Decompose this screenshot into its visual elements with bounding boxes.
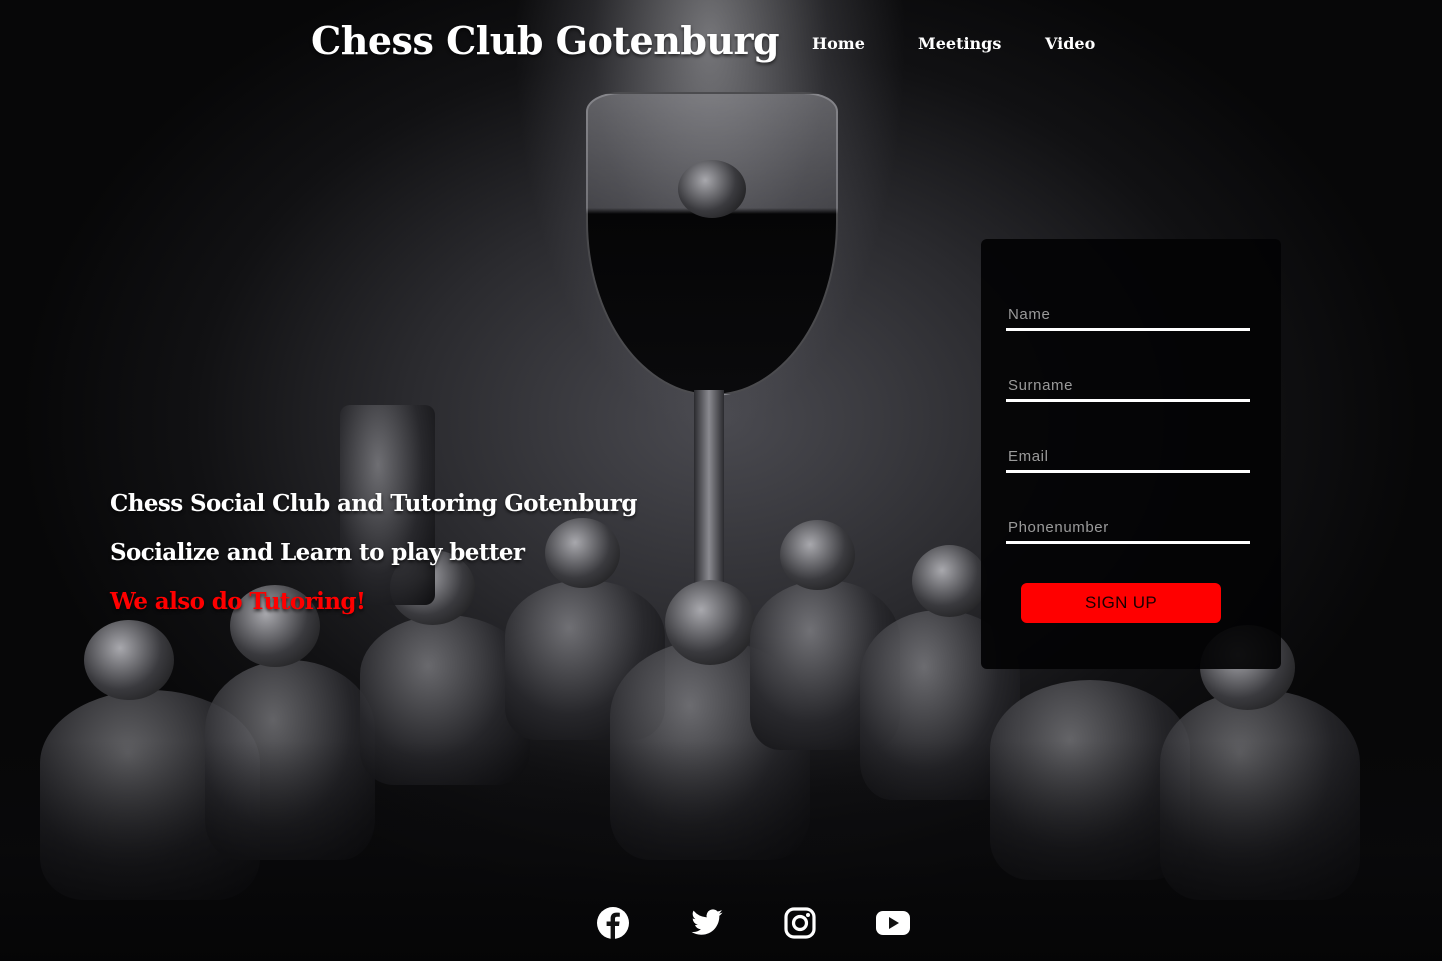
pawn-head-image [665, 580, 755, 665]
facebook-icon[interactable] [596, 906, 630, 940]
phone-field[interactable] [1006, 514, 1250, 544]
surname-field[interactable] [1006, 372, 1250, 402]
signup-button[interactable]: SIGN UP [1021, 583, 1221, 623]
hero-subheading: Socialize and Learn to play better [110, 539, 525, 566]
surname-field-wrapper [1006, 372, 1250, 412]
youtube-icon[interactable] [875, 906, 910, 940]
pawn-head-image [912, 545, 987, 617]
pawn-head-image [780, 520, 855, 590]
site-title: Chess Club Gotenburg [311, 18, 780, 63]
signup-form: SIGN UP [981, 239, 1281, 669]
page: Chess Club Gotenburg Home Meetings Video… [0, 0, 1442, 961]
email-field-wrapper [1006, 443, 1250, 483]
instagram-icon[interactable] [783, 906, 817, 940]
wine-glass-image [586, 92, 838, 396]
hero-text: Chess Social Club and Tutoring Gotenburg… [110, 490, 637, 637]
social-links [596, 906, 916, 940]
email-field[interactable] [1006, 443, 1250, 473]
nav-link-home[interactable]: Home [812, 34, 865, 53]
hero-heading: Chess Social Club and Tutoring Gotenburg [110, 490, 637, 517]
name-field[interactable] [1006, 301, 1250, 331]
nav-link-video[interactable]: Video [1045, 34, 1095, 53]
twitter-icon[interactable] [690, 906, 724, 940]
nav-link-meetings[interactable]: Meetings [918, 34, 1001, 53]
hero-tutoring-note: We also do Tutoring! [110, 588, 366, 615]
phone-field-wrapper [1006, 514, 1250, 554]
pawn-in-glass [678, 160, 746, 218]
name-field-wrapper [1006, 301, 1250, 341]
